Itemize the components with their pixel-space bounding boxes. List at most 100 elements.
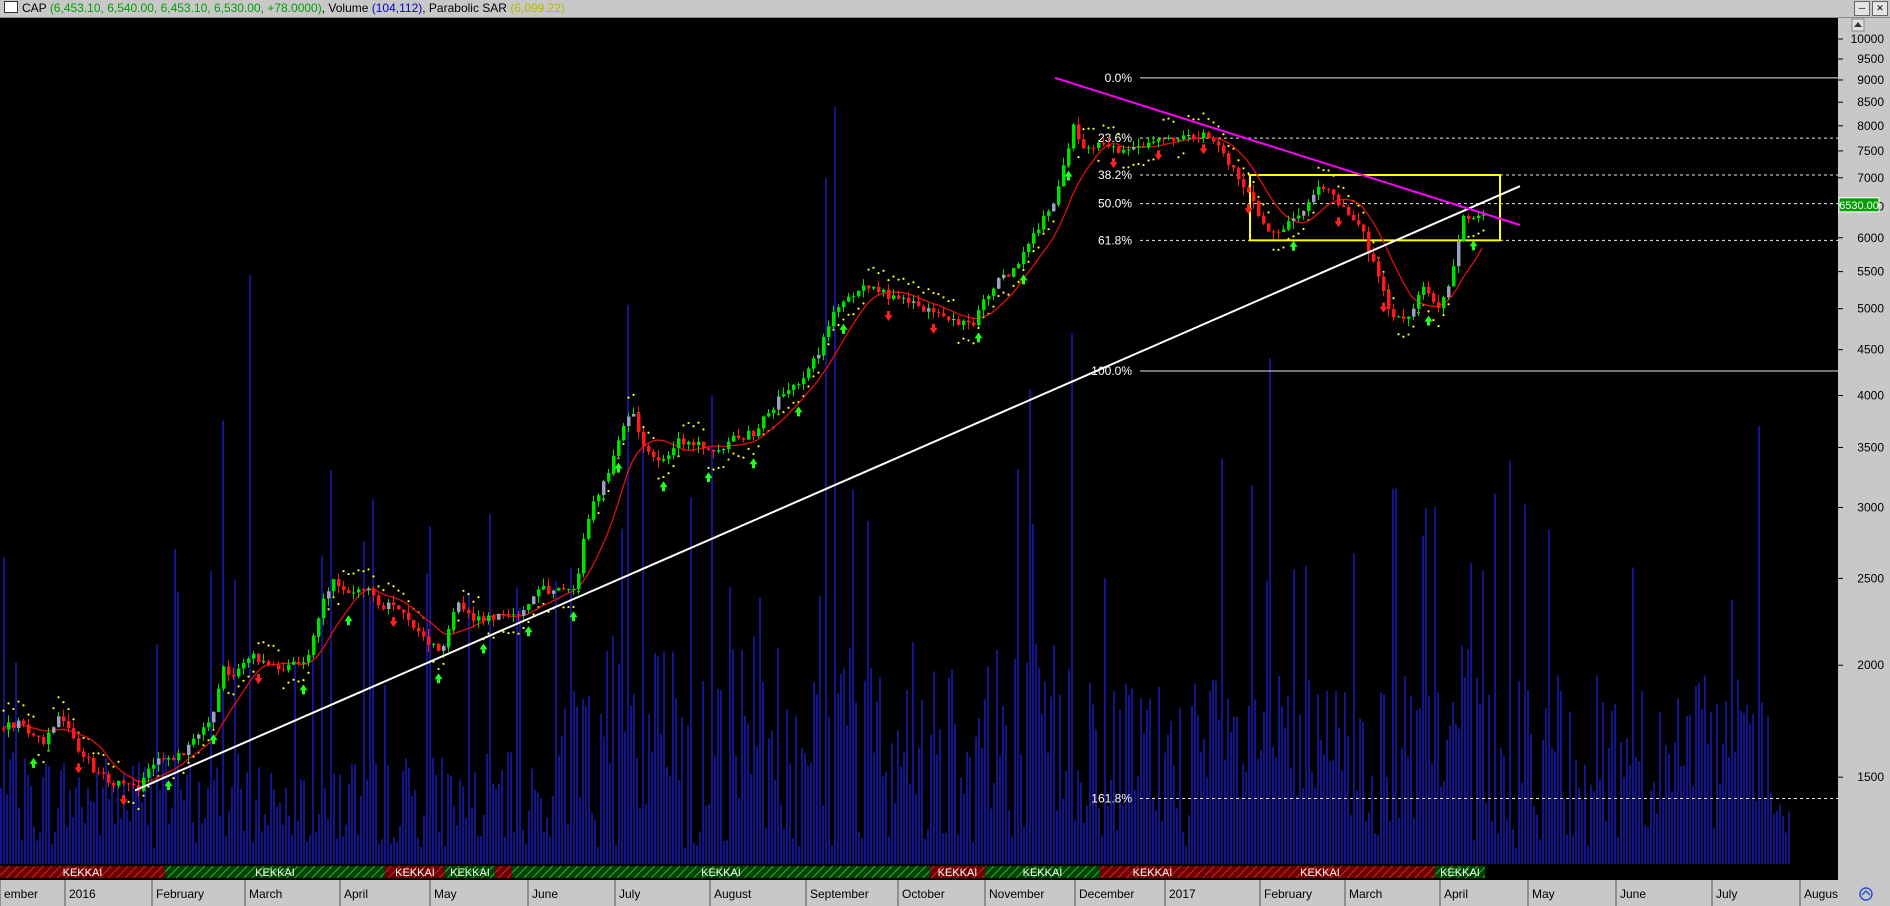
candle-body[interactable] <box>1062 165 1066 187</box>
candle-body[interactable] <box>617 440 621 456</box>
candle-body[interactable] <box>1212 137 1216 142</box>
candle-body[interactable] <box>1447 286 1451 298</box>
candle-body[interactable] <box>1137 146 1141 148</box>
candle-body[interactable] <box>562 587 566 590</box>
candle-body[interactable] <box>357 589 361 593</box>
candle-body[interactable] <box>987 295 991 300</box>
candle-body[interactable] <box>472 613 476 621</box>
candle-body[interactable] <box>1322 186 1326 190</box>
candle-body[interactable] <box>387 602 391 610</box>
candle-body[interactable] <box>497 613 501 620</box>
candle-body[interactable] <box>517 614 521 616</box>
candle-body[interactable] <box>1327 189 1331 191</box>
candle-body[interactable] <box>582 538 586 574</box>
candle-body[interactable] <box>1167 137 1171 139</box>
candle-body[interactable] <box>537 589 541 597</box>
candle-body[interactable] <box>902 297 906 299</box>
candle-body[interactable] <box>1192 134 1196 139</box>
candle-body[interactable] <box>1317 186 1321 195</box>
candle-body[interactable] <box>637 413 641 432</box>
candle-body[interactable] <box>347 590 351 594</box>
candle-body[interactable] <box>1352 215 1356 221</box>
candle-body[interactable] <box>202 727 206 735</box>
candle-body[interactable] <box>1202 132 1206 139</box>
candle-body[interactable] <box>1092 147 1096 149</box>
price-chart[interactable]: 0.0%23.6%38.2%50.0%61.8%100.0%161.8% 100… <box>0 18 1890 906</box>
candle-body[interactable] <box>547 585 551 594</box>
candle-body[interactable] <box>1187 134 1191 136</box>
candle-body[interactable] <box>597 495 601 502</box>
candle-body[interactable] <box>1267 223 1271 232</box>
candle-body[interactable] <box>1082 139 1086 149</box>
candle-body[interactable] <box>1147 142 1151 148</box>
candle-body[interactable] <box>232 675 236 677</box>
candle-body[interactable] <box>42 737 46 745</box>
candle-body[interactable] <box>687 441 691 445</box>
candle-body[interactable] <box>87 757 91 759</box>
candle-body[interactable] <box>157 758 161 765</box>
candle-body[interactable] <box>1017 263 1021 268</box>
candle-body[interactable] <box>287 664 291 671</box>
candle-body[interactable] <box>1207 132 1211 138</box>
candle-body[interactable] <box>112 782 116 786</box>
candle-body[interactable] <box>1277 231 1281 233</box>
candle-body[interactable] <box>72 728 76 739</box>
candle-body[interactable] <box>827 326 831 338</box>
candle-body[interactable] <box>722 449 726 451</box>
candle-body[interactable] <box>317 618 321 636</box>
candle-body[interactable] <box>252 653 256 659</box>
candle-body[interactable] <box>1177 139 1181 141</box>
candle-body[interactable] <box>932 308 936 313</box>
candle-body[interactable] <box>1117 146 1121 153</box>
candle-body[interactable] <box>12 722 16 728</box>
candle-body[interactable] <box>177 753 181 761</box>
candle-body[interactable] <box>132 783 136 786</box>
candle-body[interactable] <box>647 446 651 452</box>
candle-body[interactable] <box>1392 309 1396 318</box>
candle-body[interactable] <box>152 764 156 769</box>
candle-body[interactable] <box>1387 290 1391 310</box>
candle-body[interactable] <box>1027 243 1031 253</box>
candle-body[interactable] <box>447 628 451 646</box>
candle-body[interactable] <box>662 459 666 461</box>
candle-body[interactable] <box>937 312 941 314</box>
candle-body[interactable] <box>737 435 741 439</box>
candle-body[interactable] <box>852 296 856 298</box>
candle-body[interactable] <box>757 428 761 437</box>
signal-band-sell[interactable] <box>494 865 513 879</box>
candle-body[interactable] <box>1172 137 1176 141</box>
candle-body[interactable] <box>127 783 131 785</box>
candle-body[interactable] <box>247 658 251 663</box>
candle-body[interactable] <box>1142 146 1146 148</box>
candle-body[interactable] <box>1042 215 1046 230</box>
candle-body[interactable] <box>772 409 776 414</box>
candle-body[interactable] <box>1182 135 1186 140</box>
candle-body[interactable] <box>442 645 446 651</box>
candle-body[interactable] <box>217 688 221 712</box>
candle-body[interactable] <box>1157 138 1161 142</box>
candle-body[interactable] <box>832 311 836 327</box>
candle-body[interactable] <box>37 735 41 738</box>
candle-body[interactable] <box>377 595 381 606</box>
candle-body[interactable] <box>1287 220 1291 230</box>
candle-body[interactable] <box>337 579 341 587</box>
candle-body[interactable] <box>507 613 511 616</box>
candle-body[interactable] <box>372 588 376 596</box>
candle-body[interactable] <box>1242 179 1246 188</box>
candle-body[interactable] <box>1262 215 1266 224</box>
candle-body[interactable] <box>412 620 416 628</box>
candle-body[interactable] <box>1467 215 1471 219</box>
candle-body[interactable] <box>1442 297 1446 309</box>
candle-body[interactable] <box>57 716 61 728</box>
candle-body[interactable] <box>1047 211 1051 216</box>
candle-body[interactable] <box>92 757 96 773</box>
candle-body[interactable] <box>1432 293 1436 303</box>
candle-body[interactable] <box>482 616 486 622</box>
candle-body[interactable] <box>1337 194 1341 206</box>
candle-body[interactable] <box>1087 147 1091 149</box>
candle-body[interactable] <box>107 774 111 783</box>
candle-body[interactable] <box>1022 252 1026 264</box>
candle-body[interactable] <box>1257 200 1261 216</box>
candle-body[interactable] <box>1477 215 1481 219</box>
candle-body[interactable] <box>1312 194 1316 203</box>
